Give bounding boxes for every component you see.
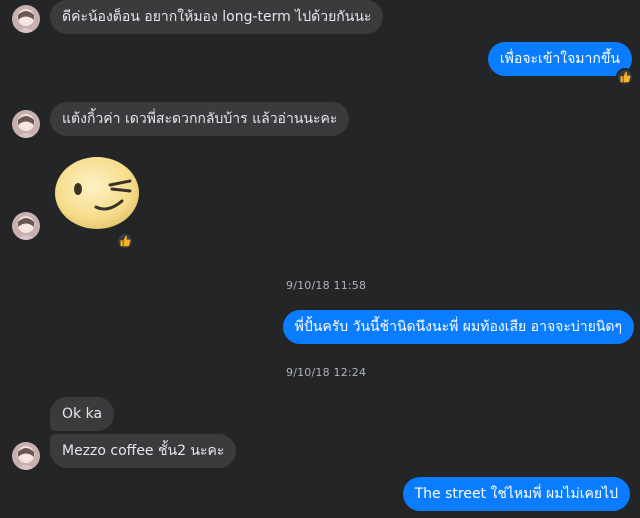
incoming-message[interactable]: Ok ka [50,397,115,431]
message-reaction[interactable] [616,68,634,86]
thumbs-up-icon [620,71,631,83]
incoming-message[interactable]: ดีค่ะน้องต็อน อยากให้มอง long-term ไปด้ว… [50,0,384,34]
thumbs-up-icon [120,235,131,247]
outgoing-message[interactable]: พี่ปั้นครับ วันนี้ช้านิดนึงนะพี่ ผมท้องเ… [282,310,634,344]
timestamp: 9/10/18 11:58 [286,279,367,292]
contact-avatar[interactable] [12,212,40,240]
incoming-message[interactable]: Mezzo coffee ชั้น2 นะคะ [50,434,237,468]
message-reaction[interactable] [116,232,134,250]
timestamp: 9/10/18 12:24 [286,366,367,379]
contact-avatar[interactable] [12,442,40,470]
contact-avatar[interactable] [12,5,40,33]
outgoing-message[interactable]: เพื่อจะเข้าใจมากขึ้น [487,42,632,76]
incoming-message[interactable]: แต้งกิ้วค่า เดวพี่สะดวกกลับบ้าร แล้วอ่าน… [50,102,350,136]
outgoing-message[interactable]: The street ใช่ไหมพี่ ผมไม่เคยไป [402,477,630,511]
winking-face-sticker[interactable] [52,155,142,235]
contact-avatar[interactable] [12,110,40,138]
